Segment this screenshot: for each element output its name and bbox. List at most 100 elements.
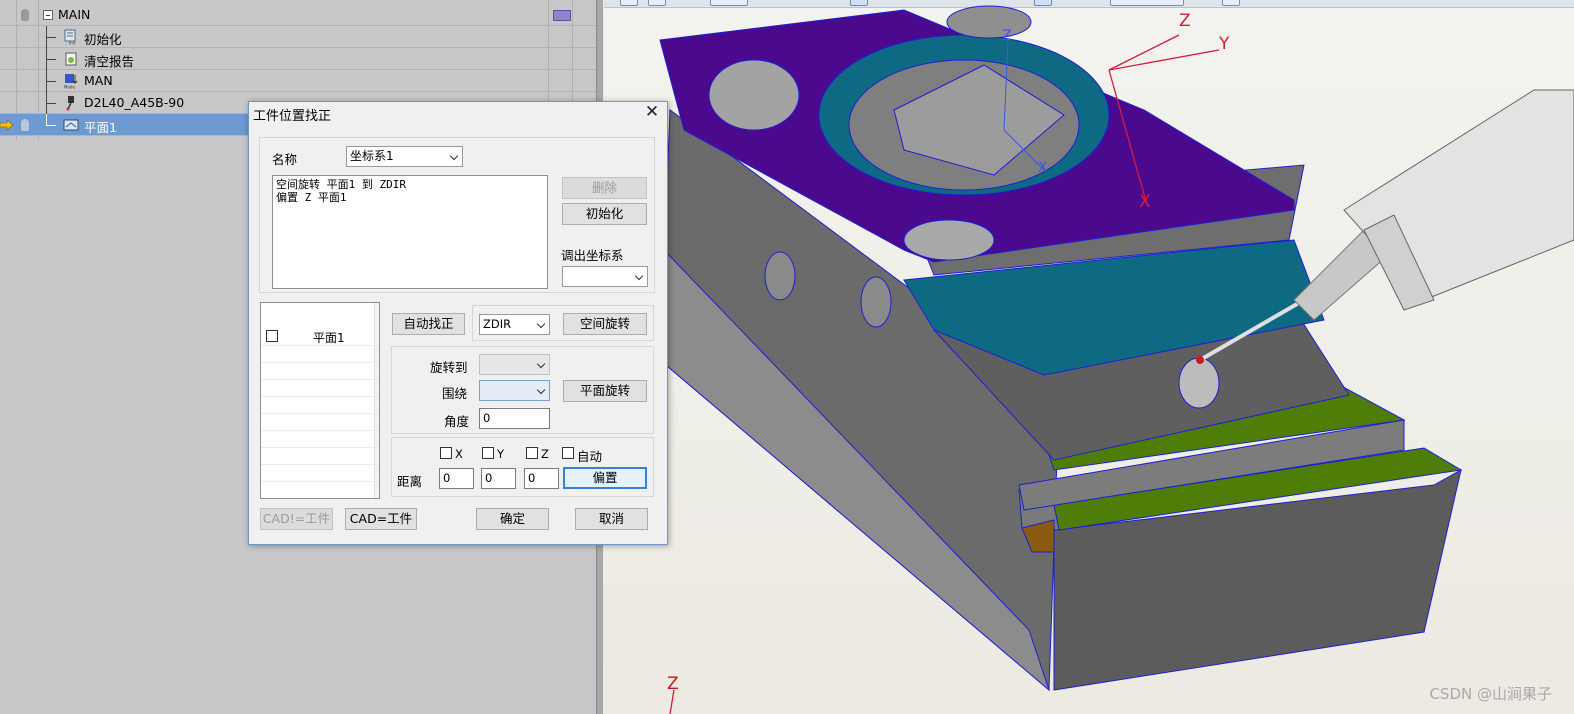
distance-label: 距离 bbox=[397, 474, 423, 489]
probe-tip bbox=[1196, 356, 1204, 364]
probe-icon bbox=[66, 96, 74, 111]
distance-y-input[interactable]: 0 bbox=[481, 468, 516, 489]
recall-csys-label: 调出坐标系 bbox=[561, 248, 624, 263]
svg-text:Init: Init bbox=[69, 41, 76, 46]
cancel-button[interactable]: 取消 bbox=[575, 508, 648, 530]
auto-checkbox[interactable] bbox=[562, 447, 574, 459]
tree-item-label: MAN bbox=[84, 73, 113, 88]
axis-y-checkbox-label: Y bbox=[497, 447, 505, 461]
part-side-hole bbox=[860, 276, 892, 328]
angle-input[interactable]: 0 bbox=[479, 408, 550, 429]
watermark: CSDN @山涧果子 bbox=[1429, 685, 1552, 703]
recall-csys-select[interactable] bbox=[562, 266, 648, 287]
log-line: 偏置 Z 平面1 bbox=[276, 191, 347, 204]
axis-x-checkbox[interactable] bbox=[440, 447, 452, 459]
axis-y-checkbox[interactable] bbox=[482, 447, 494, 459]
angle-label: 角度 bbox=[444, 414, 470, 429]
tree-connector bbox=[46, 103, 56, 104]
cad-eq-part-button[interactable]: CAD=工件 bbox=[345, 508, 417, 530]
around-select[interactable] bbox=[479, 380, 550, 401]
tree-connector bbox=[46, 81, 56, 82]
dialog-title: 工件位置找正 bbox=[253, 109, 332, 124]
tree-item-man[interactable]: Mode MAN bbox=[0, 70, 596, 92]
axis-y-line bbox=[1108, 49, 1220, 71]
close-icon[interactable]: ✕ bbox=[643, 104, 661, 122]
corner-axis-z-label: Z bbox=[667, 674, 679, 694]
probe-body bbox=[1343, 89, 1574, 301]
axis-y-label: Y bbox=[1219, 34, 1230, 54]
cad-ne-part-button[interactable]: CAD!=工件 bbox=[260, 508, 333, 530]
tree-item-init[interactable]: Init 初始化 bbox=[0, 26, 596, 48]
chevron-down-icon bbox=[536, 359, 546, 369]
list-divider bbox=[261, 396, 379, 397]
cad-viewport[interactable]: Z Y X Z X Z CSDN @山涧果子 bbox=[604, 0, 1574, 714]
tree-item-label: D2L40_A45B-90 bbox=[84, 95, 185, 110]
rotate-to-label: 旋转到 bbox=[430, 360, 468, 375]
list-item-label: 平面1 bbox=[313, 331, 345, 345]
tree-item-label: 平面1 bbox=[84, 120, 117, 135]
part-axis-z-label: Z bbox=[1002, 28, 1012, 44]
part-top-hole bbox=[903, 219, 995, 261]
svg-text:Mode: Mode bbox=[64, 85, 75, 90]
auto-align-button[interactable]: 自动找正 bbox=[392, 313, 465, 335]
tree-item-clear-report[interactable]: 清空报告 bbox=[0, 48, 596, 70]
alignment-log[interactable]: 空间旋转 平面1 到 ZDIR 偏置 Z 平面1 bbox=[272, 175, 548, 289]
list-item-checkbox[interactable] bbox=[266, 330, 278, 342]
axis-z-line bbox=[1108, 34, 1180, 71]
tree-item-label: 初始化 bbox=[84, 32, 122, 47]
rotate-to-select[interactable] bbox=[479, 354, 550, 375]
list-scrollbar[interactable] bbox=[374, 303, 379, 498]
list-divider bbox=[261, 481, 379, 482]
clear-report-icon bbox=[65, 52, 77, 66]
visibility-bulb-icon[interactable] bbox=[21, 9, 29, 21]
offset-button[interactable]: 偏置 bbox=[563, 467, 647, 489]
axis-x-label: X bbox=[1139, 192, 1151, 212]
chevron-down-icon bbox=[536, 385, 546, 395]
distance-z-input[interactable]: 0 bbox=[524, 468, 559, 489]
part-top-hole bbox=[946, 5, 1032, 39]
spatial-rotate-button[interactable]: 空间旋转 bbox=[563, 313, 647, 335]
tree-item-main[interactable]: MAIN bbox=[0, 4, 596, 26]
list-divider bbox=[261, 447, 379, 448]
tree-connector bbox=[46, 114, 47, 125]
chevron-down-icon bbox=[536, 319, 546, 329]
part-hole bbox=[1178, 357, 1220, 409]
name-select[interactable]: 坐标系1 bbox=[346, 146, 463, 167]
list-divider bbox=[261, 464, 379, 465]
init-icon: Init bbox=[64, 29, 76, 46]
panel-toggle-icon[interactable] bbox=[553, 10, 571, 21]
chevron-down-icon bbox=[634, 271, 644, 281]
current-step-arrow-icon bbox=[0, 119, 14, 131]
part-model bbox=[659, 5, 1574, 714]
axis-z-label: Z bbox=[1179, 11, 1191, 31]
part-axis-x-label: X bbox=[1038, 160, 1048, 176]
part-side-hole bbox=[764, 251, 796, 301]
list-divider bbox=[261, 362, 379, 363]
direction-select[interactable]: ZDIR bbox=[479, 314, 550, 335]
distance-x-input[interactable]: 0 bbox=[439, 468, 474, 489]
list-divider bbox=[261, 379, 379, 380]
delete-button[interactable]: 删除 bbox=[562, 177, 647, 199]
auto-checkbox-label: 自动 bbox=[577, 449, 603, 464]
tree-item-label: 清空报告 bbox=[84, 54, 135, 69]
tree-item-label: MAIN bbox=[58, 7, 91, 22]
ok-button[interactable]: 确定 bbox=[476, 508, 549, 530]
tree-connector bbox=[46, 59, 56, 60]
collapse-box-icon[interactable] bbox=[43, 10, 53, 20]
log-line: 空间旋转 平面1 到 ZDIR bbox=[276, 178, 406, 191]
axis-z-checkbox-label: Z bbox=[541, 447, 549, 461]
tree-connector bbox=[46, 125, 56, 126]
chevron-down-icon bbox=[449, 151, 459, 161]
manual-mode-icon: Mode bbox=[64, 74, 78, 90]
axis-x-checkbox-label: X bbox=[455, 447, 463, 461]
tree-connector bbox=[46, 37, 56, 38]
list-divider bbox=[261, 413, 379, 414]
init-button[interactable]: 初始化 bbox=[562, 203, 647, 225]
list-divider bbox=[261, 430, 379, 431]
axis-z-checkbox[interactable] bbox=[526, 447, 538, 459]
plane-rotate-button[interactable]: 平面旋转 bbox=[563, 380, 647, 402]
visibility-bulb-icon[interactable] bbox=[21, 119, 29, 131]
name-label: 名称 bbox=[272, 152, 298, 167]
around-label: 围绕 bbox=[442, 386, 468, 401]
plane-icon bbox=[63, 119, 79, 131]
